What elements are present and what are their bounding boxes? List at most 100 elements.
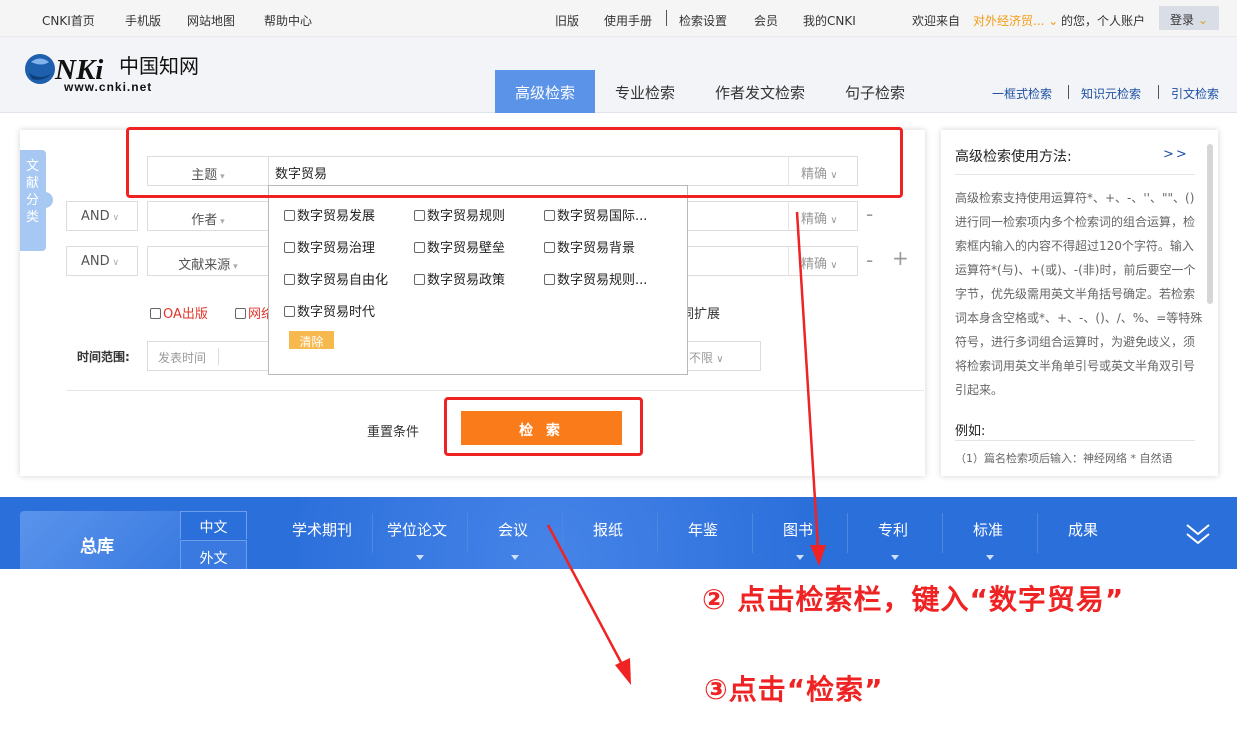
link-one-box-search[interactable]: 一框式检索 [992, 85, 1052, 102]
link-cnki-home[interactable]: CNKI首页 [42, 12, 95, 29]
chevron-down-icon: ∨ [713, 354, 724, 365]
cnki-logo[interactable]: NKi 中国知网 www.cnki.net [22, 51, 212, 97]
tab-professional-search[interactable]: 专业检索 [596, 70, 694, 113]
help-more-link[interactable]: >> [1163, 147, 1189, 162]
caret-down-icon [511, 555, 519, 560]
remove-row-button[interactable]: - [866, 248, 873, 272]
db-thesis[interactable]: 学位论文 [387, 519, 447, 540]
field-select-author[interactable]: 作者 ▾ [147, 201, 269, 231]
link-member[interactable]: 会员 [754, 12, 778, 29]
database-bar: 总库 中文 外文 学术期刊 学位论文 会议 报纸 年鉴 图书 专利 标准 成果 [0, 497, 1237, 569]
checkbox-icon [414, 210, 425, 221]
db-yearbook[interactable]: 年鉴 [688, 519, 718, 540]
org-name[interactable]: 对外经济贸... ⌄ [973, 12, 1058, 29]
lang-chinese-tab[interactable]: 中文 [180, 511, 247, 539]
chevron-down-icon: ∨ [827, 215, 838, 226]
suggestion-item[interactable]: 数字贸易国际... [544, 205, 647, 224]
reset-button[interactable]: 重置条件 [367, 421, 419, 440]
login-button[interactable]: 登录 ⌄ [1159, 6, 1219, 30]
add-row-button[interactable]: + [892, 246, 909, 270]
chevron-down-icon: ⌄ [1194, 13, 1208, 27]
remove-row-button[interactable]: - [866, 202, 873, 226]
link-old-version[interactable]: 旧版 [555, 12, 579, 29]
logic-select[interactable]: AND ∨ [66, 201, 138, 231]
link-mobile[interactable]: 手机版 [125, 12, 161, 29]
help-example-text: （1）篇名检索项后输入：神经网络 * 自然语 [955, 452, 1173, 465]
oa-checkbox[interactable]: OA出版 [150, 303, 208, 322]
checkbox-icon [284, 274, 295, 285]
clear-button[interactable]: 清除 [289, 331, 334, 349]
db-journal[interactable]: 学术期刊 [292, 519, 352, 540]
link-sitemap[interactable]: 网站地图 [187, 12, 235, 29]
caret-down-icon [986, 555, 994, 560]
tab-sentence-search[interactable]: 句子检索 [826, 70, 924, 113]
link-my-cnki[interactable]: 我的CNKI [803, 12, 856, 29]
checkbox-icon [414, 274, 425, 285]
db-book[interactable]: 图书 [783, 519, 813, 540]
link-help-center[interactable]: 帮助中心 [264, 12, 312, 29]
caret-down-icon [891, 555, 899, 560]
header: NKi 中国知网 www.cnki.net 高级检索 专业检索 作者发文检索 句… [0, 37, 1237, 113]
divider [955, 174, 1195, 175]
cnki-logo-icon: NKi 中国知网 www.cnki.net [25, 54, 199, 94]
exact-select[interactable]: 精确 ∨ [788, 201, 858, 231]
chevron-down-icon: ∨ [109, 258, 120, 268]
suggestion-item[interactable]: 数字贸易背景 [544, 237, 635, 256]
checkbox-icon [150, 308, 161, 319]
suggestion-item[interactable]: 数字贸易政策 [414, 269, 505, 288]
caret-down-icon: ▾ [217, 217, 225, 227]
scrollbar[interactable] [1207, 144, 1213, 304]
db-standard[interactable]: 标准 [973, 519, 1003, 540]
divider [847, 513, 848, 553]
suggestion-item[interactable]: 数字贸易治理 [284, 237, 375, 256]
expand-double-chevron-icon[interactable] [1185, 522, 1211, 546]
step2-annotation: ② 点击检索栏，键入“数字贸易” [702, 583, 1125, 616]
help-title: 高级检索使用方法: [955, 149, 1072, 165]
db-total[interactable]: 总库 [20, 511, 180, 569]
publish-time-input[interactable]: 发表时间 [147, 341, 277, 371]
suggestion-item[interactable]: 数字贸易规则 [414, 205, 505, 224]
tab-author-search[interactable]: 作者发文检索 [695, 70, 825, 113]
chevron-down-icon: ∨ [827, 260, 838, 271]
checkbox-icon [544, 242, 555, 253]
divider [1158, 85, 1159, 99]
db-achievement[interactable]: 成果 [1068, 519, 1098, 540]
welcome-text: 欢迎来自 [912, 14, 961, 28]
link-knowledge-search[interactable]: 知识元检索 [1081, 85, 1141, 102]
divider [666, 10, 667, 26]
checkbox-icon [284, 242, 295, 253]
tab-advanced-search[interactable]: 高级检索 [495, 70, 595, 113]
time-range-label: 时间范围: [77, 350, 130, 364]
checkbox-icon [544, 274, 555, 285]
caret-down-icon [796, 555, 804, 560]
field-select-source[interactable]: 文献来源 ▾ [147, 246, 269, 276]
db-newspaper[interactable]: 报纸 [593, 519, 623, 540]
divider [372, 513, 373, 553]
suggestion-item[interactable]: 数字贸易时代 [284, 301, 375, 320]
suggestion-item[interactable]: 数字贸易壁垒 [414, 237, 505, 256]
db-conference[interactable]: 会议 [498, 519, 528, 540]
divider [657, 513, 658, 553]
suggestion-item[interactable]: 数字贸易发展 [284, 205, 375, 224]
caret-down-icon: ▾ [230, 262, 238, 272]
svg-text:www.cnki.net: www.cnki.net [63, 80, 152, 94]
divider [562, 513, 563, 553]
help-panel: 高级检索使用方法: >> 高级检索支持使用运算符*、+、-、''、""、()进行… [941, 130, 1218, 476]
suggestion-item[interactable]: 数字贸易自由化 [284, 269, 388, 288]
exact-select[interactable]: 精确 ∨ [788, 246, 858, 276]
greeting-text: 的您，个人账户 [1061, 14, 1146, 28]
link-manual[interactable]: 使用手册 [604, 12, 652, 29]
divider [752, 513, 753, 553]
background-glow [300, 497, 800, 569]
chevron-down-icon: ∨ [109, 213, 120, 223]
literature-category-tab[interactable]: 文献分类 [20, 150, 53, 251]
logic-select[interactable]: AND ∨ [66, 246, 138, 276]
link-search-settings[interactable]: 检索设置 [679, 12, 727, 29]
lang-foreign-tab[interactable]: 外文 [180, 540, 247, 569]
link-citation-search[interactable]: 引文检索 [1171, 85, 1219, 102]
db-patent[interactable]: 专利 [878, 519, 908, 540]
top-bar: CNKI首页 手机版 网站地图 帮助中心 旧版 使用手册 检索设置 会员 我的C… [0, 0, 1237, 37]
divider [66, 390, 924, 391]
update-time-select[interactable]: 不限 ∨ [680, 341, 761, 371]
suggestion-item[interactable]: 数字贸易规则... [544, 269, 647, 288]
